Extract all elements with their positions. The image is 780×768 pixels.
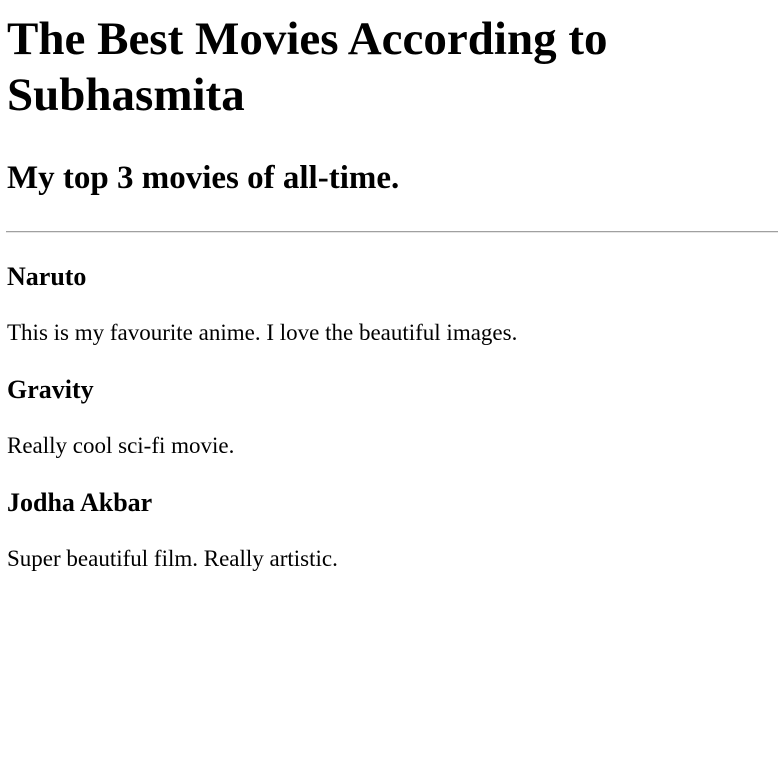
divider xyxy=(6,231,778,233)
page-title: The Best Movies According to Subhasmita xyxy=(7,13,608,121)
movie-description: This is my favourite anime. I love the b… xyxy=(7,320,518,345)
movie-item-jodha-akbar: Jodha Akbar Super beautiful film. Really… xyxy=(7,488,780,573)
movie-description: Super beautiful film. Really artistic. xyxy=(7,546,338,571)
page-subtitle: My top 3 movies of all-time. xyxy=(7,160,400,196)
movie-title: Jodha Akbar xyxy=(7,488,153,517)
movie-list: Naruto This is my favourite anime. I lov… xyxy=(7,262,780,573)
movie-description: Really cool sci-fi movie. xyxy=(7,433,235,458)
movie-title: Naruto xyxy=(7,262,87,291)
movie-title: Gravity xyxy=(7,375,94,404)
page-content: The Best Movies According to Subhasmita … xyxy=(0,11,780,573)
movie-item-naruto: Naruto This is my favourite anime. I lov… xyxy=(7,262,780,347)
movie-item-gravity: Gravity Really cool sci-fi movie. xyxy=(7,375,780,460)
